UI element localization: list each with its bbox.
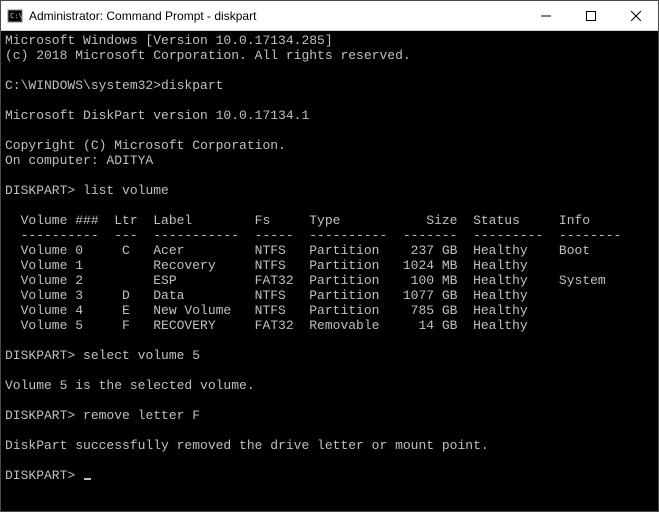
window-title: Administrator: Command Prompt - diskpart [29,9,256,23]
titlebar[interactable]: C:\ Administrator: Command Prompt - disk… [1,1,658,31]
msg-removed: DiskPart successfully removed the drive … [5,438,489,453]
maximize-icon [586,11,596,21]
copyright-line: (c) 2018 Microsoft Corporation. All righ… [5,48,411,63]
svg-text:C:\: C:\ [10,12,23,20]
diskpart-prompt: DISKPART> [5,183,75,198]
close-icon [631,11,641,21]
cmd-diskpart: diskpart [161,78,223,93]
diskpart-prompt: DISKPART> [5,408,75,423]
console-area[interactable]: Microsoft Windows [Version 10.0.17134.28… [1,31,658,511]
cmd-select-volume: select volume 5 [83,348,200,363]
minimize-button[interactable] [523,1,568,30]
diskpart-prompt: DISKPART> [5,348,75,363]
maximize-button[interactable] [568,1,613,30]
minimize-icon [541,11,551,21]
cmd-list-volume: list volume [83,183,169,198]
text-cursor [84,478,91,480]
cmd-remove-letter: remove letter F [83,408,200,423]
close-button[interactable] [613,1,658,30]
diskpart-prompt: DISKPART> [5,468,75,483]
cmd-icon: C:\ [7,8,23,24]
diskpart-version: Microsoft DiskPart version 10.0.17134.1 [5,108,309,123]
sys-prompt: C:\WINDOWS\system32> [5,78,161,93]
diskpart-computer: On computer: ADITYA [5,153,153,168]
msg-selected: Volume 5 is the selected volume. [5,378,255,393]
volume-table: Volume ### Ltr Label Fs Type Size Status… [5,213,621,333]
diskpart-copyright: Copyright (C) Microsoft Corporation. [5,138,286,153]
os-version-line: Microsoft Windows [Version 10.0.17134.28… [5,33,333,48]
window-frame: C:\ Administrator: Command Prompt - disk… [0,0,659,512]
window-controls [523,1,658,30]
